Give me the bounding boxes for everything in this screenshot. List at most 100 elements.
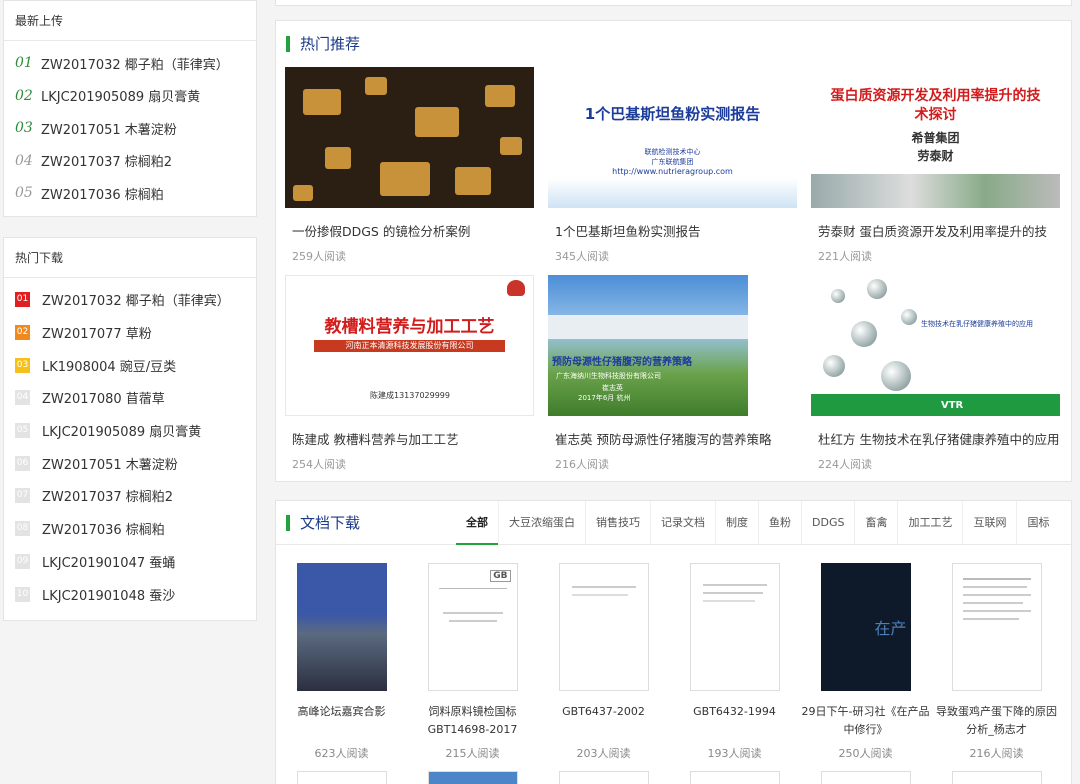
list-item[interactable]: 09 LKJC201901047 蚕蛹 xyxy=(4,545,256,578)
tab-national-standard[interactable]: 国标 xyxy=(1016,501,1059,545)
recommend-card[interactable]: 教槽料营养与加工工艺 河南正本清源科技发展股份有限公司 陈建成131370299… xyxy=(285,275,534,483)
rank-badge: 09 xyxy=(15,553,30,569)
list-item[interactable]: 10 LKJC201901048 蚕沙 xyxy=(4,578,256,611)
document-item[interactable]: 导致蛋鸡产蛋下降的原因分析_杨志才 216人阅读 xyxy=(931,563,1062,761)
card-thumbnail[interactable]: 预防母源性仔猪腹泻的营养策略 广东海纳川生物科技股份有限公司 崔志英 2017年… xyxy=(548,275,797,416)
document-thumbnail[interactable] xyxy=(296,563,387,691)
document-item[interactable]: 高峰论坛嘉宾合影 623人阅读 xyxy=(276,563,407,761)
list-item[interactable]: 04 ZW2017080 苜蓿草 xyxy=(4,382,256,415)
item-label: ZW2017037 棕榈粕2 xyxy=(41,155,173,171)
card-title[interactable]: 劳泰财 蛋白质资源开发及利用率提升的技 xyxy=(811,221,1060,240)
document-read-count: 216人阅读 xyxy=(969,747,1024,760)
document-thumbnail[interactable] xyxy=(689,563,780,691)
item-label: ZW2017051 木薯淀粉 xyxy=(41,122,177,138)
list-item[interactable]: 01 ZW2017032 椰子粕（菲律宾） xyxy=(4,47,256,80)
tab-ddgs[interactable]: DDGS xyxy=(801,501,854,545)
list-item[interactable]: 07 ZW2017037 棕榈粕2 xyxy=(4,480,256,513)
thumb-band: 河南正本清源科技发展股份有限公司 xyxy=(314,340,505,352)
document-title[interactable]: 高峰论坛嘉宾合影 xyxy=(276,703,407,739)
card-thumbnail[interactable]: 教槽料营养与加工工艺 河南正本清源科技发展股份有限公司 陈建成131370299… xyxy=(285,275,534,416)
rank-badge: 01 xyxy=(15,292,30,308)
card-thumbnail[interactable] xyxy=(285,67,534,208)
list-item[interactable]: 04 ZW2017037 棕榈粕2 xyxy=(4,145,256,178)
document-thumbnail[interactable] xyxy=(558,563,649,691)
card-title[interactable]: 1个巴基斯坦鱼粉实测报告 xyxy=(548,221,797,240)
list-item[interactable]: 02 LKJC201905089 扇贝膏黄 xyxy=(4,80,256,113)
tab-soy-protein[interactable]: 大豆浓缩蛋白 xyxy=(498,501,585,545)
document-thumbnail[interactable] xyxy=(296,771,387,784)
recommend-card[interactable]: 一份掺假DDGS 的镜检分析案例 259人阅读 xyxy=(285,67,534,275)
item-label: LKJC201901048 蚕沙 xyxy=(42,588,176,604)
document-item[interactable]: GBT6432-1994 193人阅读 xyxy=(669,563,800,761)
item-label: ZW2017036 棕榈粕 xyxy=(41,187,164,203)
list-item[interactable]: 03 ZW2017051 木薯淀粉 xyxy=(4,112,256,145)
documents-grid-row-2 xyxy=(276,771,1071,784)
document-title[interactable]: GBT6437-2002 xyxy=(538,703,669,739)
card-title[interactable]: 崔志英 预防母源性仔猪腹泻的营养策略 xyxy=(548,429,797,448)
document-thumbnail[interactable] xyxy=(689,771,780,784)
tab-policy[interactable]: 制度 xyxy=(715,501,758,545)
tab-sales-skills[interactable]: 销售技巧 xyxy=(585,501,650,545)
document-thumbnail[interactable] xyxy=(820,771,911,784)
card-title[interactable]: 杜红方 生物技术在乳仔猪健康养殖中的应用 xyxy=(811,429,1060,448)
thumb-heading: 蛋白质资源开发及利用率提升的技术探讨 xyxy=(830,88,1041,123)
document-item[interactable]: GBT6437-2002 203人阅读 xyxy=(538,563,669,761)
item-label: ZW2017036 棕榈粕 xyxy=(42,523,165,539)
item-label: LKJC201905089 扇贝膏黄 xyxy=(41,90,201,106)
recommend-card[interactable]: 蛋白质资源开发及利用率提升的技术探讨 希普集团 劳泰财 劳泰财 蛋白质资源开发及… xyxy=(811,67,1060,275)
document-thumbnail[interactable]: 在产 xyxy=(820,563,911,691)
tab-all[interactable]: 全部 xyxy=(456,501,498,545)
item-index: 05 xyxy=(15,185,33,202)
item-label: ZW2017037 棕榈粕2 xyxy=(42,490,174,506)
thumb-text: 在产 xyxy=(874,619,907,638)
document-thumbnail[interactable] xyxy=(951,563,1042,691)
document-item[interactable]: 在产 29日下午-研习社《在产品中修行》 250人阅读 xyxy=(800,563,931,761)
list-item[interactable]: 05 LKJC201905089 扇贝膏黄 xyxy=(4,414,256,447)
list-item[interactable]: 05 ZW2017036 棕榈粕 xyxy=(4,177,256,210)
document-read-count: 250人阅读 xyxy=(838,747,893,760)
rank-badge: 03 xyxy=(15,357,30,373)
document-thumbnail[interactable] xyxy=(951,771,1042,784)
rank-badge: 06 xyxy=(15,455,30,471)
document-thumbnail[interactable] xyxy=(558,771,649,784)
document-title[interactable]: 导致蛋鸡产蛋下降的原因分析_杨志才 xyxy=(931,703,1062,739)
document-title[interactable]: 饲料原料镜检国标GBT14698-2017 xyxy=(407,703,538,739)
item-index: 01 xyxy=(15,55,33,72)
card-read-count: 254人阅读 xyxy=(292,458,346,471)
card-title[interactable]: 一份掺假DDGS 的镜检分析案例 xyxy=(285,221,534,240)
document-title[interactable]: GBT6432-1994 xyxy=(669,703,800,739)
latest-upload-panel: 最新上传 01 ZW2017032 椰子粕（菲律宾） 02 LKJC20190508… xyxy=(3,0,257,217)
document-thumbnail[interactable] xyxy=(427,771,518,784)
tab-records[interactable]: 记录文档 xyxy=(650,501,715,545)
item-index: 04 xyxy=(15,152,33,169)
documents-grid: 高峰论坛嘉宾合影 623人阅读 GB 饲料原料镜检国标GBT14698-2017… xyxy=(276,545,1071,761)
thumb-url: http://www.nutrieragroup.com xyxy=(612,167,733,176)
card-read-count: 224人阅读 xyxy=(818,458,872,471)
recommend-title: 热门推荐 xyxy=(286,36,360,52)
recommend-card[interactable]: 1个巴基斯坦鱼粉实测报告 联航检测技术中心 广东联航集团 http://www.… xyxy=(548,67,797,275)
item-label: LKJC201901047 蚕蛹 xyxy=(42,555,176,571)
document-thumbnail[interactable]: GB xyxy=(427,563,518,691)
card-title[interactable]: 陈建成 教槽料营养与加工工艺 xyxy=(285,429,534,448)
document-read-count: 193人阅读 xyxy=(707,747,762,760)
list-item[interactable]: 06 ZW2017051 木薯淀粉 xyxy=(4,447,256,480)
card-thumbnail[interactable]: 生物技术在乳仔猪健康养殖中的应用 VTR xyxy=(811,275,1060,416)
card-thumbnail[interactable]: 蛋白质资源开发及利用率提升的技术探讨 希普集团 劳泰财 xyxy=(811,67,1060,208)
tab-fishmeal[interactable]: 鱼粉 xyxy=(758,501,801,545)
list-item[interactable]: 02 ZW2017077 草粉 xyxy=(4,316,256,349)
tab-processing[interactable]: 加工工艺 xyxy=(897,501,962,545)
list-item[interactable]: 03 LK1908004 豌豆/豆类 xyxy=(4,349,256,382)
item-label: ZW2017032 椰子粕（菲律宾） xyxy=(41,57,229,73)
card-read-count: 221人阅读 xyxy=(818,250,872,263)
left-column: 最新上传 01 ZW2017032 椰子粕（菲律宾） 02 LKJC20190508… xyxy=(3,0,257,622)
document-title[interactable]: 29日下午-研习社《在产品中修行》 xyxy=(800,703,931,739)
list-item[interactable]: 01 ZW2017032 椰子粕（菲律宾） xyxy=(4,284,256,317)
document-item[interactable]: GB 饲料原料镜检国标GBT14698-2017 215人阅读 xyxy=(407,563,538,761)
tab-internet[interactable]: 互联网 xyxy=(962,501,1016,545)
tab-livestock[interactable]: 畜禽 xyxy=(854,501,897,545)
list-item[interactable]: 08 ZW2017036 棕榈粕 xyxy=(4,512,256,545)
recommend-card[interactable]: 生物技术在乳仔猪健康养殖中的应用 VTR 杜红方 生物技术在乳仔猪健康养殖中的应… xyxy=(811,275,1060,483)
recommend-card[interactable]: 预防母源性仔猪腹泻的营养策略 广东海纳川生物科技股份有限公司 崔志英 2017年… xyxy=(548,275,797,483)
card-thumbnail[interactable]: 1个巴基斯坦鱼粉实测报告 联航检测技术中心 广东联航集团 http://www.… xyxy=(548,67,797,208)
thumb-heading: 生物技术在乳仔猪健康养殖中的应用 xyxy=(921,320,1033,328)
